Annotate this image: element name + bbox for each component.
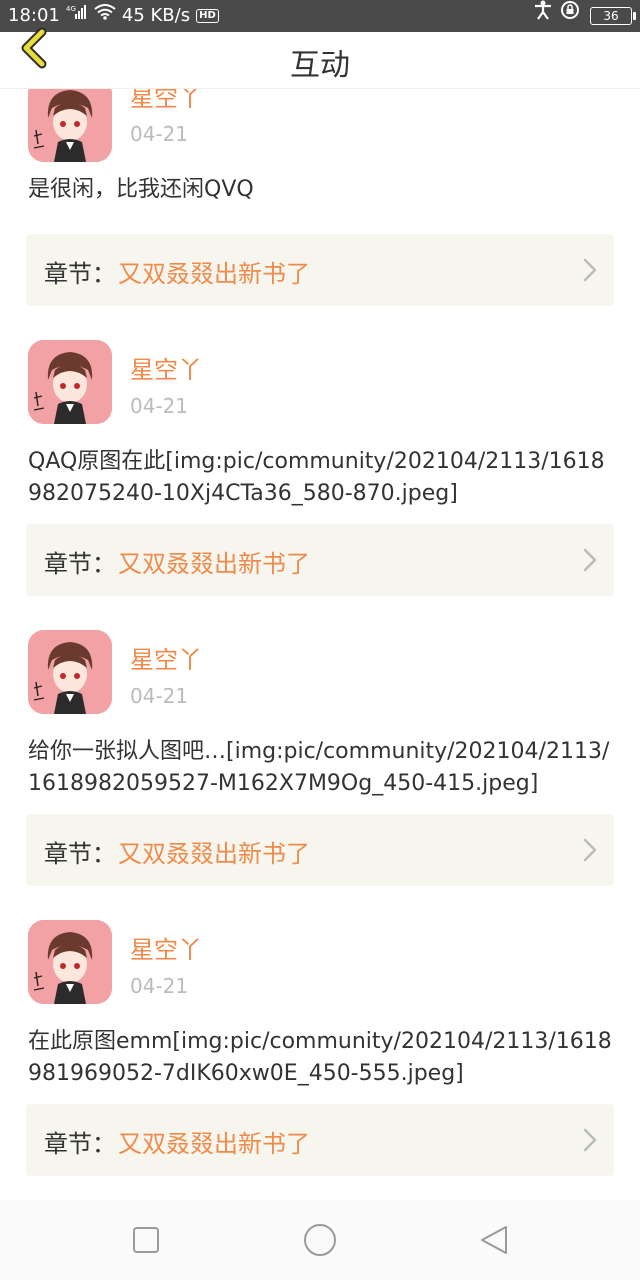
comment-date: 04-21 xyxy=(130,122,189,146)
signal-icon: 4G xyxy=(66,0,88,32)
status-bar: 18:01 4G 45 KB/s HD 36 xyxy=(0,0,640,32)
page-title: 互动 xyxy=(290,48,350,83)
avatar[interactable] xyxy=(28,340,112,424)
circle-icon xyxy=(304,1224,336,1256)
chapter-prefix: 章节： xyxy=(44,550,116,578)
network-speed: 45 KB/s xyxy=(121,5,191,26)
hd-badge: HD xyxy=(196,9,219,23)
triangle-back-icon xyxy=(481,1226,507,1254)
system-back-button[interactable] xyxy=(474,1220,514,1260)
chevron-right-icon xyxy=(583,1128,597,1152)
avatar[interactable] xyxy=(28,630,112,714)
chevron-right-icon xyxy=(583,838,597,862)
username[interactable]: 星空丫 xyxy=(130,350,202,385)
home-button[interactable] xyxy=(300,1220,340,1260)
username[interactable]: 星空丫 xyxy=(130,88,202,113)
chapter-name: 又双叒叕出新书了 xyxy=(118,1130,310,1158)
network-type: 4G xyxy=(66,5,76,13)
comment-content[interactable]: 给你一张拟人图吧…[img:pic/community/202104/2113/… xyxy=(28,736,614,800)
interaction-list[interactable]: 星空丫 04-21 是很闲，比我还闲QVQ 章节： 又双叒叕出新书了 星空丫 0… xyxy=(0,88,640,1200)
recent-apps-button[interactable] xyxy=(126,1220,166,1260)
comment-date: 04-21 xyxy=(130,684,189,708)
battery-indicator: 36 xyxy=(590,7,636,25)
chapter-prefix: 章节： xyxy=(44,260,116,288)
wifi-icon xyxy=(94,0,116,32)
chapter-name: 又双叒叕出新书了 xyxy=(118,840,310,868)
chapter-prefix: 章节： xyxy=(44,840,116,868)
chevron-right-icon xyxy=(583,548,597,572)
username[interactable]: 星空丫 xyxy=(130,930,202,965)
chapter-link[interactable]: 章节： 又双叒叕出新书了 xyxy=(26,524,614,596)
accessibility-icon xyxy=(534,0,552,32)
comment-date: 04-21 xyxy=(130,394,189,418)
comment-content[interactable]: 在此原图emm[img:pic/community/202104/2113/16… xyxy=(28,1026,614,1090)
chapter-prefix: 章节： xyxy=(44,1130,116,1158)
avatar[interactable] xyxy=(28,88,112,162)
chapter-link[interactable]: 章节： 又双叒叕出新书了 xyxy=(26,234,614,306)
username[interactable]: 星空丫 xyxy=(130,640,202,675)
avatar[interactable] xyxy=(28,920,112,1004)
chevron-right-icon xyxy=(583,258,597,282)
square-icon xyxy=(133,1227,159,1253)
chapter-name: 又双叒叕出新书了 xyxy=(118,260,310,288)
navigation-bar xyxy=(0,1200,640,1280)
comment-date: 04-21 xyxy=(130,974,189,998)
comment-content[interactable]: QAQ原图在此[img:pic/community/202104/2113/16… xyxy=(28,446,614,510)
header: 互动 xyxy=(0,27,640,89)
chapter-link[interactable]: 章节： 又双叒叕出新书了 xyxy=(26,1104,614,1176)
lock-rotation-icon xyxy=(560,0,580,32)
chapter-link[interactable]: 章节： 又双叒叕出新书了 xyxy=(26,814,614,886)
comment-content[interactable]: 是很闲，比我还闲QVQ xyxy=(28,174,614,206)
chapter-name: 又双叒叕出新书了 xyxy=(118,550,310,578)
